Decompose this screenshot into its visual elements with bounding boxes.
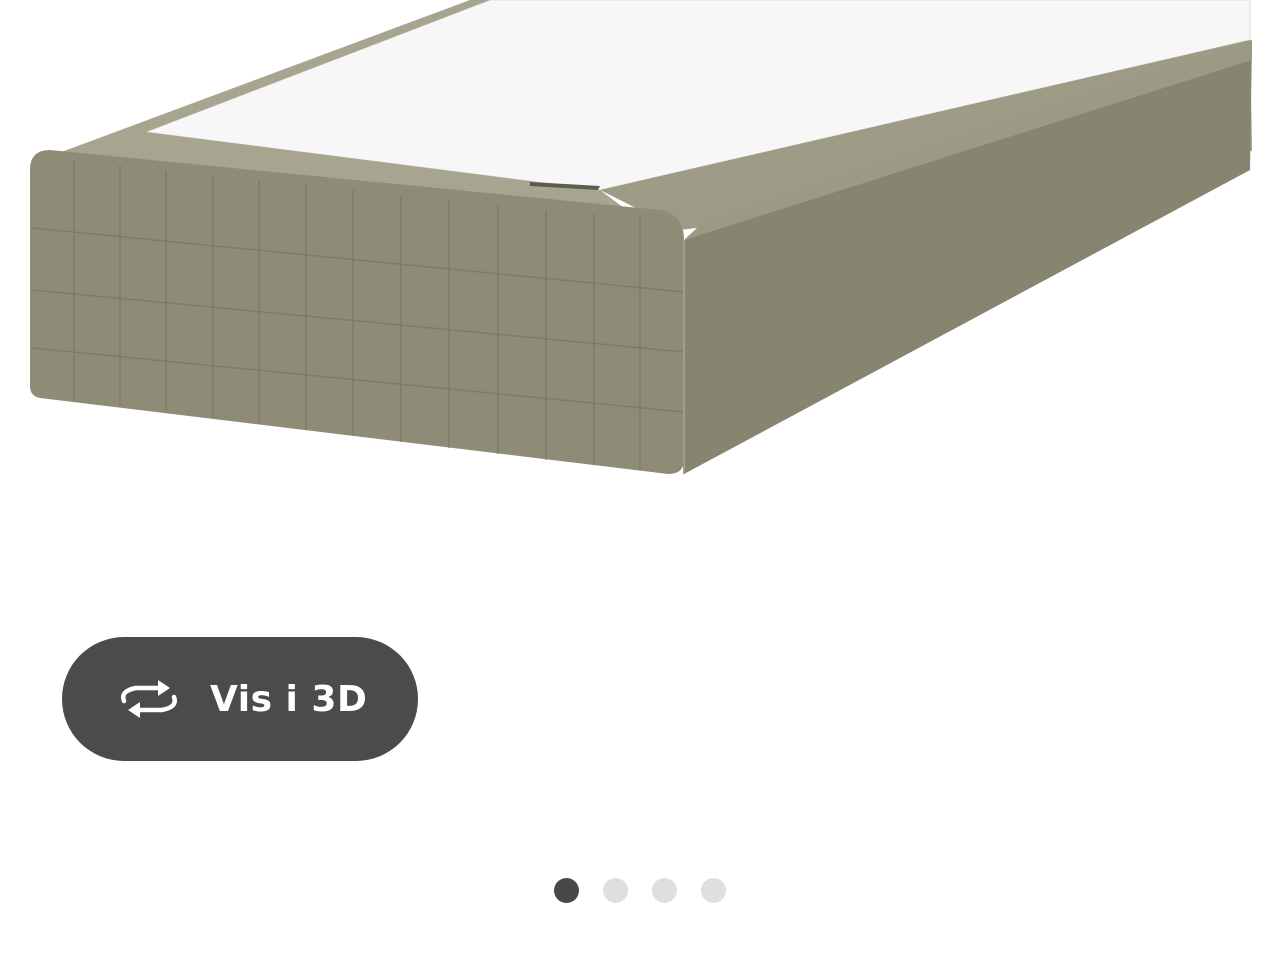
carousel-dot-4[interactable]: [701, 878, 726, 903]
carousel-pagination: [554, 878, 726, 903]
carousel-dot-3[interactable]: [652, 878, 677, 903]
carousel-dot-2[interactable]: [603, 878, 628, 903]
product-image[interactable]: [0, 0, 1280, 500]
view-3d-label: Vis i 3D: [210, 678, 368, 720]
view-3d-button[interactable]: Vis i 3D: [62, 637, 418, 761]
box-spring-bed-illustration: [30, 0, 1252, 474]
carousel-dot-1[interactable]: [554, 878, 579, 903]
product-page: Vis i 3D: [0, 0, 1280, 960]
rotate-3d-icon: [116, 677, 182, 721]
